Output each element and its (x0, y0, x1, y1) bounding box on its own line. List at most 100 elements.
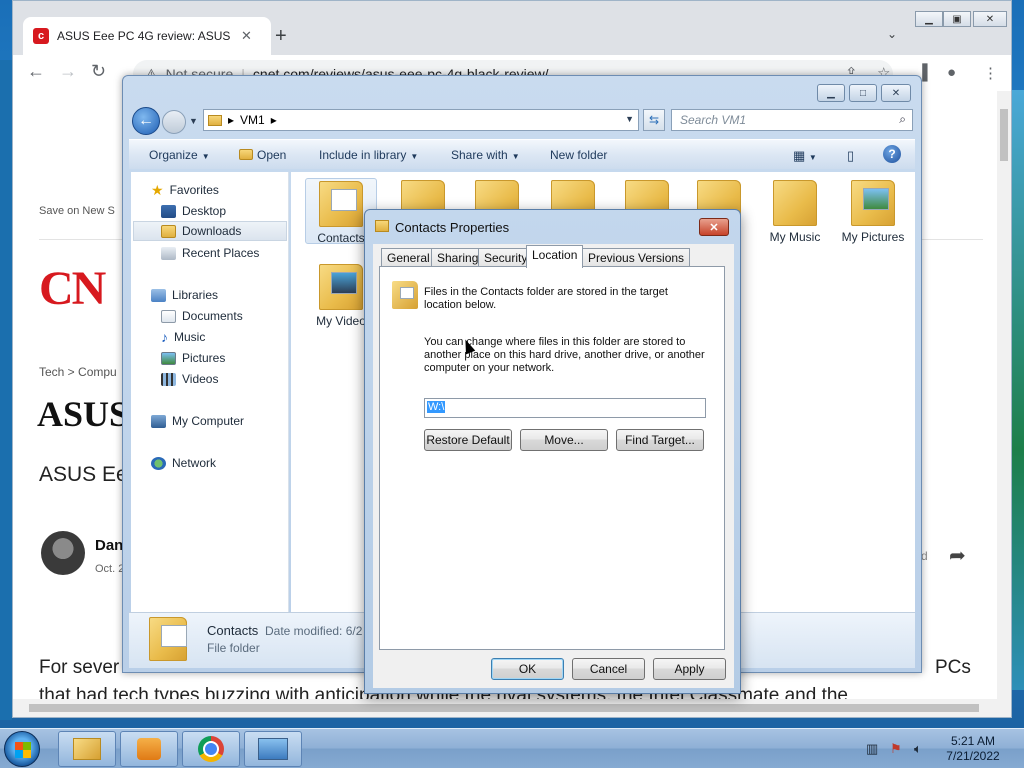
command-bar: Organize ▼ Open Include in library ▼ Share… (129, 139, 915, 169)
forward-arrow-icon[interactable]: → (59, 61, 77, 82)
horizontal-scrollbar[interactable] (13, 699, 1011, 717)
chrome-tab-strip: c ASUS Eee PC 4G review: ASUS Ee ✕ + ⌄ ▁… (13, 1, 1011, 55)
documents-icon (161, 309, 176, 323)
folder-icon (375, 220, 389, 232)
apply-button[interactable]: Apply (653, 658, 726, 680)
breadcrumb[interactable]: Tech > Compu (39, 365, 117, 379)
image-viewer-icon (258, 738, 288, 760)
refresh-icon[interactable]: ⇆ (643, 109, 665, 131)
videos-icon (161, 372, 176, 386)
libraries-icon (151, 288, 166, 302)
search-icon[interactable]: ⌕ (899, 112, 906, 127)
taskbar-image-viewer-button[interactable] (244, 731, 302, 767)
restore-default-button[interactable]: Restore Default (424, 429, 512, 451)
cancel-button[interactable]: Cancel (572, 658, 645, 680)
cnet-logo[interactable]: CN (39, 261, 106, 316)
chrome-minimize-button[interactable]: ▁ (915, 11, 943, 27)
vertical-scrollbar[interactable] (997, 91, 1011, 699)
tab-sharing[interactable]: Sharing (431, 248, 485, 267)
new-tab-button[interactable]: + (275, 25, 287, 48)
history-dropdown-icon[interactable]: ▼ (189, 116, 198, 126)
new-folder-button[interactable]: New folder (550, 148, 607, 162)
address-bar[interactable]: ▸ VM1 ▸ ▼ (203, 109, 639, 131)
ok-button[interactable]: OK (491, 658, 564, 680)
location-tab-panel: Files in the Contacts folder are stored … (379, 266, 725, 650)
nav-desktop[interactable]: Desktop (161, 201, 226, 221)
explorer-icon (73, 738, 101, 760)
volume-icon[interactable]: 🔈︎ (914, 741, 922, 757)
help-icon[interactable]: ? (883, 145, 901, 163)
system-clock[interactable]: 5:21 AM 7/21/2022 (940, 734, 1006, 764)
explorer-close-button[interactable]: ✕ (881, 84, 911, 102)
scrollbar-thumb[interactable] (1000, 109, 1008, 161)
selected-item-type: File folder (207, 641, 260, 655)
share-with-button[interactable]: Share with ▼ (451, 148, 520, 162)
action-center-flag-icon[interactable]: ⚑ (890, 741, 902, 757)
tab-search-chevron-icon[interactable]: ⌄ (887, 27, 897, 41)
taskbar-explorer-button[interactable] (58, 731, 116, 767)
contacts-folder-icon (149, 617, 187, 661)
nav-my-computer[interactable]: My Computer (151, 411, 244, 431)
share-arrow-icon[interactable]: ➦ (949, 543, 966, 568)
properties-dialog: Contacts Properties ✕ General Sharing Se… (364, 209, 741, 694)
include-in-library-button[interactable]: Include in library ▼ (319, 148, 418, 162)
open-folder-icon (239, 149, 253, 160)
search-input[interactable]: Search VM1 ⌕ (671, 109, 913, 131)
music-note-icon: ♪ (161, 329, 168, 345)
breadcrumb-chevron-icon[interactable]: ▸ (228, 113, 234, 127)
tab-close-icon[interactable]: ✕ (241, 28, 252, 44)
author-avatar[interactable] (41, 531, 85, 575)
view-options-icon[interactable]: ▦ ▼ (793, 148, 817, 164)
forward-arrow-icon[interactable] (162, 110, 186, 134)
taskbar-media-player-button[interactable] (120, 731, 178, 767)
nav-favorites[interactable]: ★ Favorites (151, 180, 219, 200)
author-name[interactable]: Dan (95, 537, 123, 554)
organize-button[interactable]: Organize ▼ (149, 148, 210, 162)
taskbar-chrome-button[interactable] (182, 731, 240, 767)
breadcrumb-chevron-icon[interactable]: ▸ (271, 113, 277, 127)
find-target-button[interactable]: Find Target... (616, 429, 704, 451)
folder-my-pictures[interactable]: My Pictures (833, 178, 913, 244)
address-dropdown-icon[interactable]: ▼ (625, 114, 634, 124)
browser-tab[interactable]: c ASUS Eee PC 4G review: ASUS Ee ✕ (23, 17, 271, 55)
chrome-menu-icon[interactable]: ⋮ (983, 64, 998, 82)
target-path-input[interactable]: W:\ (424, 398, 706, 418)
tab-general[interactable]: General (381, 248, 436, 267)
downloads-folder-icon (161, 224, 176, 238)
start-button[interactable] (4, 731, 40, 767)
move-button[interactable]: Move... (520, 429, 608, 451)
nav-network[interactable]: Network (151, 453, 216, 473)
nav-pictures[interactable]: Pictures (161, 348, 225, 368)
profile-avatar-icon[interactable]: ● (947, 64, 956, 81)
nav-libraries[interactable]: Libraries (151, 285, 218, 305)
explorer-minimize-button[interactable]: ▁ (817, 84, 845, 102)
nav-music[interactable]: ♪ Music (161, 327, 205, 347)
desktop-background-right (1010, 90, 1024, 690)
tab-title: ASUS Eee PC 4G review: ASUS Ee (57, 29, 233, 43)
article-subhead: ASUS Ee (39, 463, 128, 486)
tab-previous-versions[interactable]: Previous Versions (582, 248, 691, 267)
folder-icon (208, 114, 222, 126)
scrollbar-thumb[interactable] (29, 704, 979, 712)
network-tray-icon[interactable]: ▥ (866, 741, 878, 757)
open-button[interactable]: Open (239, 148, 286, 162)
tab-location[interactable]: Location (526, 245, 584, 268)
dialog-close-button[interactable]: ✕ (699, 218, 729, 236)
reload-icon[interactable]: ↻ (91, 61, 106, 82)
address-path[interactable]: VM1 (240, 113, 265, 127)
nav-documents[interactable]: Documents (161, 306, 243, 326)
nav-downloads[interactable]: Downloads (133, 221, 287, 241)
chrome-close-button[interactable]: ✕ (973, 11, 1007, 27)
nav-videos[interactable]: Videos (161, 369, 218, 389)
back-arrow-icon[interactable]: ← (27, 61, 45, 82)
preview-pane-icon[interactable]: ▯ (847, 148, 854, 164)
pictures-folder-icon (851, 180, 895, 226)
folder-my-music[interactable]: My Music (759, 178, 831, 244)
computer-icon (151, 414, 166, 428)
explorer-maximize-button[interactable]: □ (849, 84, 877, 102)
chrome-restore-button[interactable]: ▣ (943, 11, 971, 27)
back-arrow-icon[interactable]: ← (132, 107, 160, 135)
nav-recent-places[interactable]: Recent Places (161, 243, 259, 263)
promo-text[interactable]: Save on New S (39, 205, 115, 217)
selected-item-date: Date modified: 6/2 (265, 624, 363, 638)
